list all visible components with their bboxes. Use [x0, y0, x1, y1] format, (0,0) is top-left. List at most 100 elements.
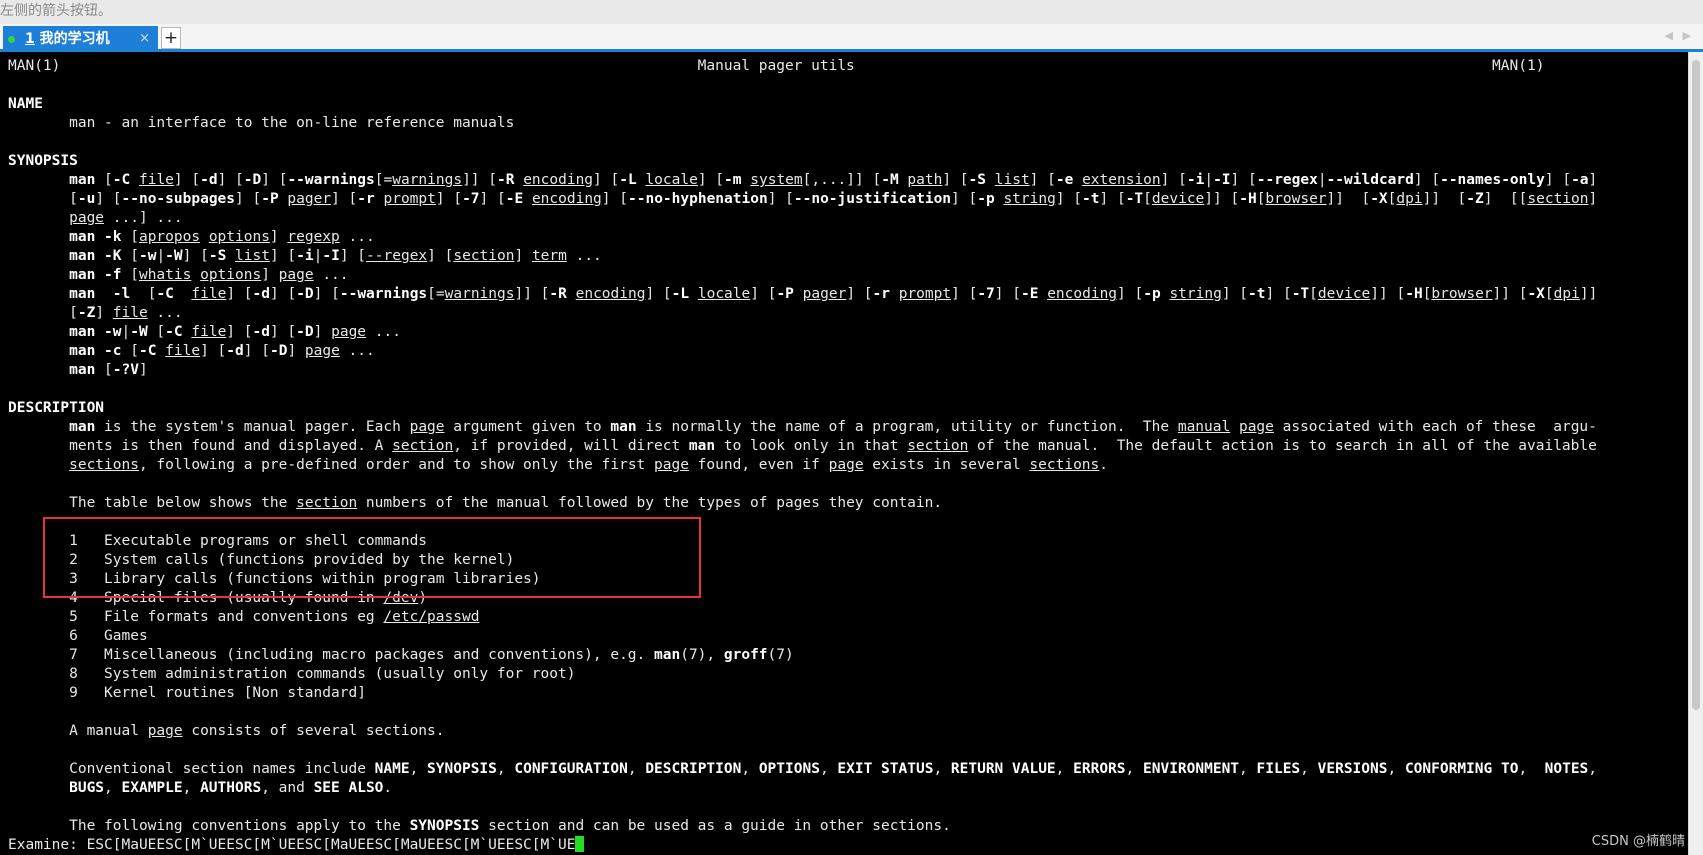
plain-text: ]] [: [1492, 286, 1528, 302]
plain-text: 1 Executable programs or shell commands: [8, 533, 428, 549]
terminal-line: SYNOPSIS: [8, 152, 1597, 171]
plain-text: consists of several sections.: [182, 723, 445, 739]
underlined-text: prompt: [383, 191, 436, 207]
plain-text: |: [121, 324, 131, 340]
vertical-scrollbar[interactable]: [1688, 52, 1703, 855]
underlined-text: page: [1238, 419, 1274, 435]
plain-text: ]] [: [1422, 191, 1467, 207]
underlined-text: pager: [287, 191, 332, 207]
terminal-line: 2 System calls (functions provided by th…: [8, 551, 1597, 570]
plain-text: Conventional section names include: [8, 761, 375, 777]
bold-text: -C: [165, 324, 183, 340]
bold-text: -Z: [77, 305, 96, 321]
plain-text: ,: [627, 761, 646, 777]
bold-text: -i: [1186, 172, 1205, 188]
plain-text: [: [121, 229, 139, 245]
bold-text: -p: [977, 191, 995, 207]
new-tab-button[interactable]: +: [161, 27, 181, 49]
plain-text: ] [: [994, 286, 1021, 302]
plain-text: (7),: [680, 647, 724, 663]
bold-text: -C: [112, 172, 131, 188]
bold-text: -Z: [1466, 191, 1484, 207]
plain-text: ...: [366, 324, 401, 340]
plain-text: [8, 229, 69, 245]
bold-text: -S: [208, 248, 227, 264]
plain-text: ]]: [1579, 286, 1598, 302]
bold-text: -7: [977, 286, 995, 302]
bold-text: man: [69, 172, 96, 188]
scrollbar-thumb[interactable]: [1692, 60, 1700, 710]
plain-text: |: [1204, 172, 1214, 188]
bold-text: SYNOPSIS: [8, 153, 78, 169]
bold-text: -r: [357, 191, 375, 207]
plain-text: ,: [933, 761, 951, 777]
plain-text: ,: [1125, 761, 1143, 777]
plain-text: [8, 286, 69, 302]
scroll-left-icon[interactable]: ◀: [1665, 29, 1673, 42]
plain-text: ,: [1239, 761, 1257, 777]
plain-text: ...: [339, 229, 375, 245]
plain-text: .: [1099, 457, 1108, 473]
bold-text: BUGS: [69, 780, 105, 796]
plain-text: ] [: [1099, 191, 1126, 207]
bold-text: -a: [1571, 172, 1589, 188]
underlined-text: section: [453, 248, 515, 264]
plain-text: ] [: [846, 286, 873, 302]
plain-text: [226, 248, 235, 264]
plain-text: [: [121, 343, 139, 359]
terminal-line: NAME: [8, 95, 1597, 114]
bold-text: -M: [881, 172, 899, 188]
bold-text: ENVIRONMENT: [1143, 761, 1240, 777]
underlined-text: /dev: [383, 590, 419, 606]
underlined-text: warnings: [392, 172, 463, 188]
underlined-text: string: [1003, 191, 1056, 207]
plain-text: ] [: [235, 191, 262, 207]
bold-text: -i: [296, 248, 314, 264]
scroll-right-icon[interactable]: ▶: [1683, 29, 1691, 42]
plain-text: 9 Kernel routines [Non standard]: [8, 685, 366, 701]
underlined-text: page: [331, 324, 367, 340]
plain-text: [191, 267, 200, 283]
underlined-text: /etc/passwd: [383, 609, 480, 625]
plain-text: [8, 324, 69, 340]
underlined-text: manual: [1177, 419, 1231, 435]
terminal-line: sections, following a pre-defined order …: [8, 456, 1597, 475]
bold-text: -t: [1248, 286, 1266, 302]
plain-text: [: [1544, 286, 1554, 302]
plain-text: ] [: [427, 248, 454, 264]
terminal-line: DESCRIPTION: [8, 399, 1597, 418]
underlined-text: options: [200, 267, 262, 283]
plain-text: ,: [104, 780, 122, 796]
tab-title: 我的学习机: [39, 31, 110, 47]
plain-text: [1038, 286, 1047, 302]
plain-text: associated with each of these argu-: [1273, 419, 1597, 435]
plain-text: ] [: [1160, 172, 1187, 188]
plain-text: ]] [: [1204, 191, 1240, 207]
plain-text: ]] [: [1370, 286, 1406, 302]
plain-text: ...] ...: [104, 210, 183, 226]
tab-session-1[interactable]: 1 我的学习机 ×: [3, 26, 158, 52]
terminal-line: man -c [-C file] [-d] [-D] page ...: [8, 342, 1597, 361]
plain-text: , and: [261, 780, 314, 796]
terminal-line: The following conventions apply to the S…: [8, 817, 1597, 836]
plain-text: ]: [287, 343, 305, 359]
terminal-line: 1 Executable programs or shell commands: [8, 532, 1597, 551]
plain-text: [523, 191, 532, 207]
plain-text: ] [: [645, 286, 672, 302]
plain-text: ...: [339, 343, 375, 359]
plain-text: [=: [427, 286, 445, 302]
plain-text: ] [: [1230, 172, 1257, 188]
terminal-line: BUGS, EXAMPLE, AUTHORS, and SEE ALSO.: [8, 779, 1597, 798]
plain-text: .: [383, 780, 393, 796]
plain-text: ] [: [593, 172, 620, 188]
terminal-line: man -f [whatis options] page ...: [8, 266, 1597, 285]
bold-text: -?V: [112, 362, 139, 378]
terminal-screen[interactable]: MAN(1) Manual pager utils MAN(1) NAME ma…: [0, 52, 1688, 855]
plain-text: [: [147, 324, 166, 340]
underlined-text: page: [304, 343, 340, 359]
close-icon[interactable]: ×: [139, 26, 150, 52]
hint-text: 左侧的箭头按钮。: [0, 3, 112, 19]
plain-text: ]: [95, 305, 113, 321]
plain-text: ] [: [1413, 172, 1441, 188]
